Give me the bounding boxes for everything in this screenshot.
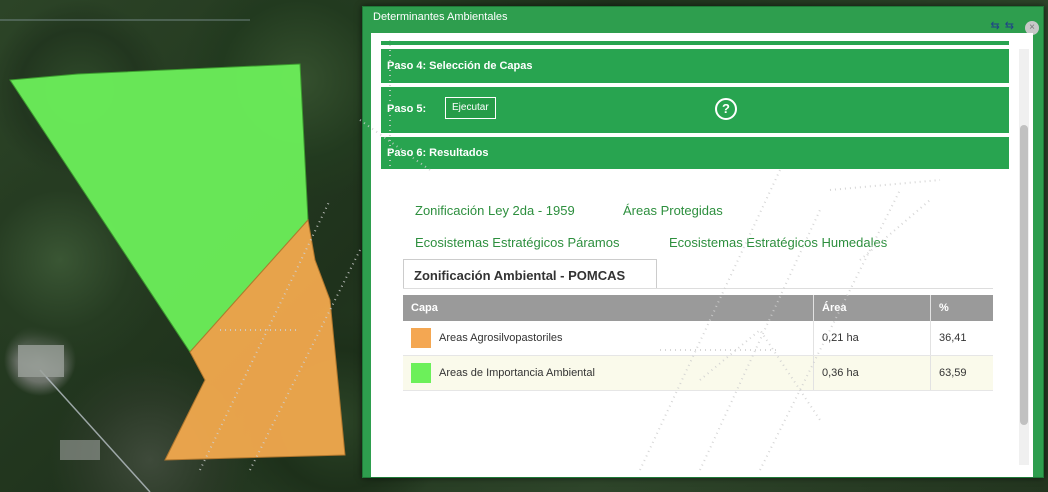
execute-button[interactable]: Ejecutar (445, 97, 496, 119)
header-pct: % (930, 295, 993, 321)
step-6-header[interactable]: Paso 6: Resultados (381, 137, 1009, 169)
cell-capa: Areas de Importancia Ambiental (403, 355, 814, 391)
panel-title: Determinantes Ambientales (373, 11, 508, 23)
step-collapsed-top[interactable] (381, 41, 1009, 45)
tab-areas-protegidas[interactable]: Áreas Protegidas (623, 203, 723, 218)
panel-body: Paso 4: Selección de Capas Paso 5: Ejecu… (371, 33, 1033, 477)
cell-capa: Areas Agrosilvopastoriles (403, 321, 814, 356)
cell-pct: 36,41 (930, 321, 993, 356)
help-icon[interactable]: ? (715, 98, 737, 120)
capa-name: Areas Agrosilvopastoriles (439, 331, 563, 344)
header-capa: Capa (403, 295, 814, 321)
panel-scrollbar[interactable] (1019, 49, 1029, 465)
capa-name: Areas de Importancia Ambiental (439, 366, 595, 379)
color-swatch (411, 363, 431, 383)
tab-ecosistemas-paramos[interactable]: Ecosistemas Estratégicos Páramos (415, 235, 619, 250)
color-swatch (411, 328, 431, 348)
header-area: Área (813, 295, 931, 321)
step-4-header[interactable]: Paso 4: Selección de Capas (381, 49, 1009, 83)
panel-tools-icon[interactable]: ⇆ ⇆ (991, 19, 1016, 32)
tab-divider (403, 288, 993, 289)
step-5-header[interactable]: Paso 5: Ejecutar ? (381, 87, 1009, 133)
table-header-row: Capa Área % (403, 295, 993, 321)
table-row[interactable]: Areas de Importancia Ambiental 0,36 ha 6… (403, 355, 993, 391)
cell-area: 0,36 ha (813, 355, 931, 391)
tab-zonificacion-pomcas[interactable]: Zonificación Ambiental - POMCAS (403, 259, 657, 289)
step-6-label: Paso 6: Resultados (387, 147, 489, 159)
cell-pct: 63,59 (930, 355, 993, 391)
determinantes-panel[interactable]: Determinantes Ambientales ⇆ ⇆ × Paso 4: … (362, 6, 1044, 478)
tab-ecosistemas-humedales[interactable]: Ecosistemas Estratégicos Humedales (669, 235, 887, 250)
tab-zonificacion-ley[interactable]: Zonificación Ley 2da - 1959 (415, 203, 575, 218)
table-row[interactable]: Areas Agrosilvopastoriles 0,21 ha 36,41 (403, 321, 993, 356)
step-4-label: Paso 4: Selección de Capas (387, 60, 533, 72)
results-table: Capa Área % Areas Agrosilvopastoriles 0,… (403, 295, 993, 391)
step-5-label: Paso 5: (387, 103, 427, 115)
cell-area: 0,21 ha (813, 321, 931, 356)
scrollbar-thumb[interactable] (1020, 125, 1028, 425)
